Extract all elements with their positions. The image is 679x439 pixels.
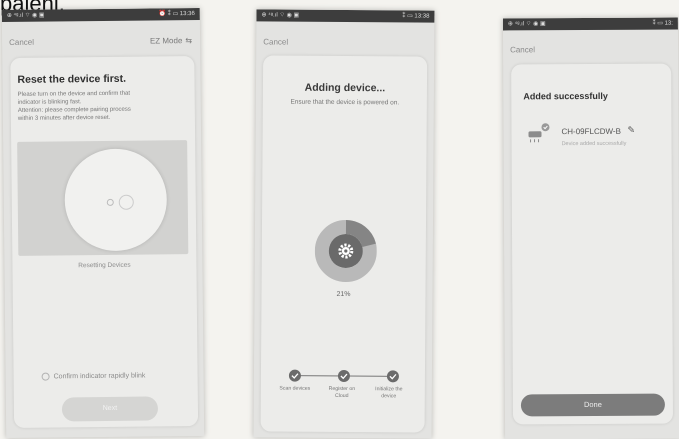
adding-device-screen: ⊕ ⁴ᵍ.ıl ⌔ ◉ ▣ ⁑ ▭ 13:38 Cancel Adding de… — [253, 9, 435, 439]
status-icons-left: ⊕ ⁴ᵍ.ıl ⌔ ◉ ▣ — [6, 12, 45, 19]
status-icons-right: ⏰ ⁑ ▭ 13:36 — [158, 11, 195, 18]
done-button[interactable]: Done — [520, 393, 665, 417]
page-title: Added successfully — [523, 90, 608, 102]
device-illustration — [17, 140, 189, 256]
step-label: Register on Cloud — [328, 385, 356, 400]
status-bar: ⊕ ⁴ᵍ.ıl ⌔ ◉ ▣ ⁑ ▭ 13: — [502, 17, 678, 31]
next-button[interactable]: Next — [61, 396, 159, 422]
radio-icon — [41, 372, 50, 381]
device-body-icon — [64, 148, 168, 252]
step-check-icon — [288, 369, 301, 382]
device-name: CH-09FLCDW-B — [561, 126, 621, 137]
step-label: Initialize the device — [375, 386, 403, 400]
edit-icon[interactable]: ✎ — [627, 125, 635, 136]
indicator-led-icon — [106, 198, 114, 206]
cancel-button[interactable]: Cancel — [510, 45, 535, 54]
status-icons-right: ⁑ ▭ 13: — [652, 20, 673, 27]
air-conditioner-icon — [528, 123, 550, 143]
step-label: Scan devices — [279, 385, 311, 392]
cancel-button[interactable]: Cancel — [263, 37, 288, 46]
success-message: Device added successfully — [561, 140, 627, 148]
confirm-label: Confirm indicator rapidly blink — [53, 372, 146, 381]
adding-card: Adding device... Ensure that the device … — [260, 55, 428, 433]
instruction-line: within 3 minutes after device reset. — [17, 114, 111, 122]
cancel-button[interactable]: Cancel — [9, 38, 34, 47]
steps-track — [288, 369, 399, 383]
ez-mode-switch[interactable]: EZ Mode ⇆ — [150, 36, 192, 45]
instructions: Please turn on the device and confirm th… — [18, 89, 184, 123]
status-icons-left: ⊕ ⁴ᵍ.ıl ⌔ ◉ ▣ — [507, 21, 546, 28]
progress-ring — [314, 220, 377, 283]
reset-device-screen: ⊕ ⁴ᵍ.ıl ⌔ ◉ ▣ ⏰ ⁑ ▭ 13:36 Cancel EZ Mode… — [1, 7, 205, 439]
page-title: Reset the device first. — [17, 72, 127, 86]
resetting-label: Resetting Devices — [78, 261, 131, 270]
step-check-icon — [386, 370, 399, 383]
top-bar: Cancel — [503, 30, 678, 61]
added-success-screen: ⊕ ⁴ᵍ.ıl ⌔ ◉ ▣ ⁑ ▭ 13: Cancel Added succe… — [502, 17, 679, 439]
power-knob-icon — [118, 194, 134, 210]
status-icons-right: ⁑ ▭ 13:38 — [402, 13, 430, 20]
subtitle: Ensure that the device is powered on. — [290, 98, 400, 107]
confirm-checkbox[interactable]: Confirm indicator rapidly blink — [41, 372, 146, 381]
step-check-icon — [337, 370, 350, 383]
status-icons-left: ⊕ ⁴ᵍ.ıl ⌔ ◉ ▣ — [261, 12, 300, 19]
top-bar: Cancel — [256, 21, 434, 52]
reset-card: Reset the device first. Please turn on t… — [10, 56, 199, 428]
progress-percent: 21% — [336, 290, 351, 299]
success-card: Added successfully CH-09FLCDW-B ✎ Device… — [511, 63, 674, 425]
top-bar: Cancel EZ Mode ⇆ — [2, 20, 200, 52]
ez-mode-label: EZ Mode — [149, 36, 183, 46]
page-title: Adding device... — [304, 81, 386, 95]
switch-icon: ⇆ — [185, 36, 193, 46]
